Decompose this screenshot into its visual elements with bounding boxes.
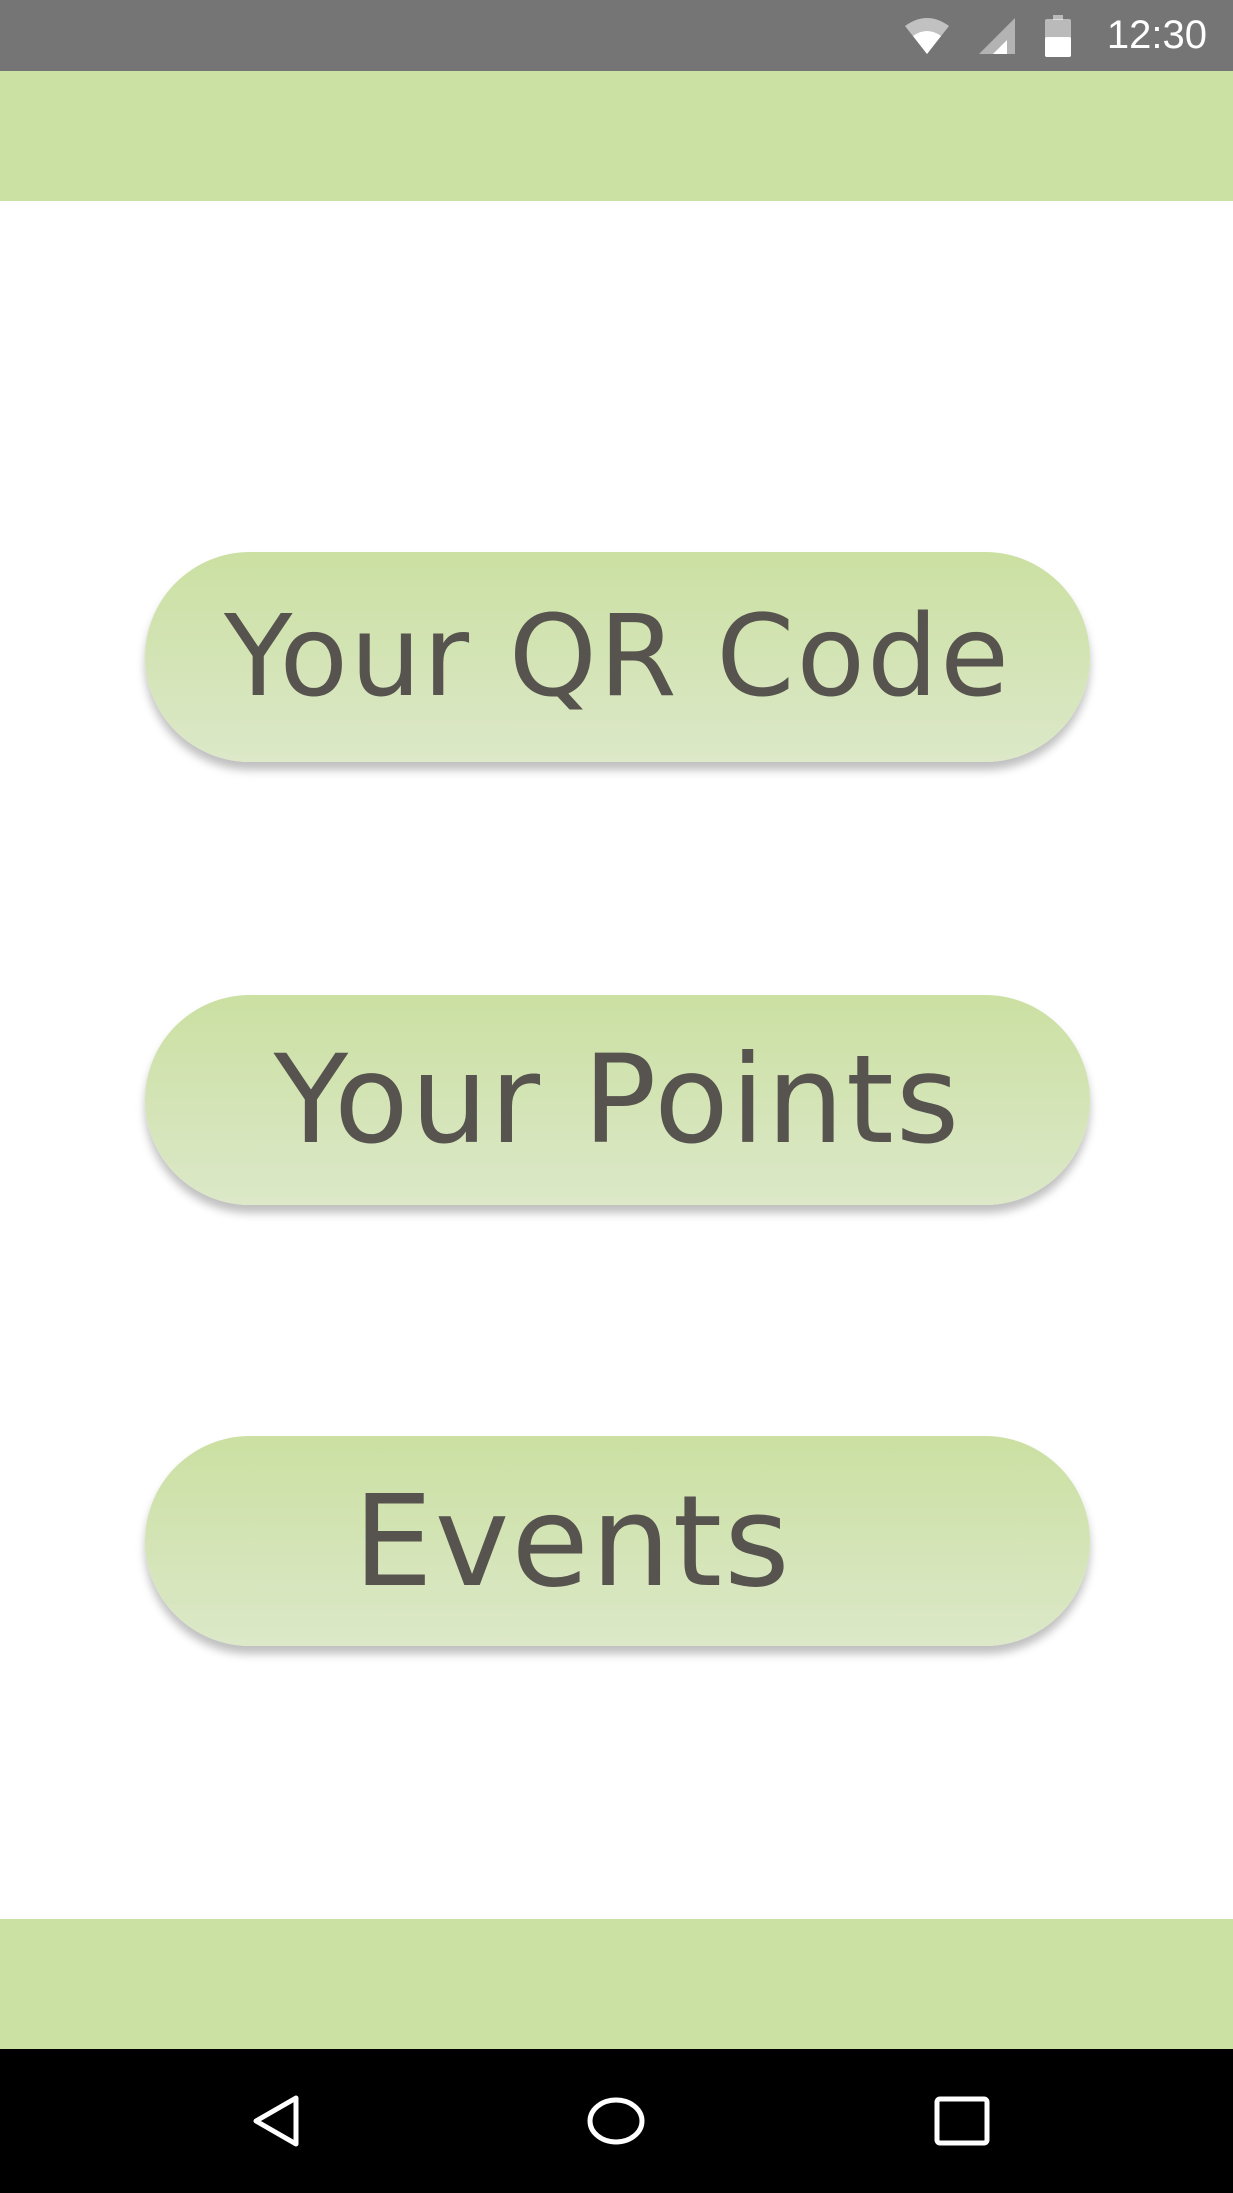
- nav-back-button[interactable]: [196, 2049, 356, 2193]
- status-bar: 12:30: [0, 0, 1233, 71]
- nav-home-button[interactable]: [536, 2049, 696, 2193]
- app-header-bar: [0, 71, 1233, 201]
- system-nav-bar: [0, 2049, 1233, 2193]
- your-qr-code-button[interactable]: Your QR Code: [145, 552, 1090, 762]
- nav-recents-button[interactable]: [882, 2049, 1042, 2193]
- recents-icon: [934, 2096, 990, 2146]
- wifi-icon: [904, 17, 949, 54]
- back-icon: [253, 2095, 299, 2147]
- home-icon: [587, 2097, 645, 2145]
- app-footer-bar: [0, 1919, 1233, 2049]
- battery-icon: [1044, 14, 1071, 57]
- your-points-button[interactable]: Your Points: [145, 995, 1090, 1205]
- events-button[interactable]: Events: [145, 1436, 1090, 1646]
- cellular-signal-icon: [978, 17, 1015, 54]
- status-time: 12:30: [1106, 13, 1207, 57]
- status-icons: 12:30: [904, 0, 1207, 71]
